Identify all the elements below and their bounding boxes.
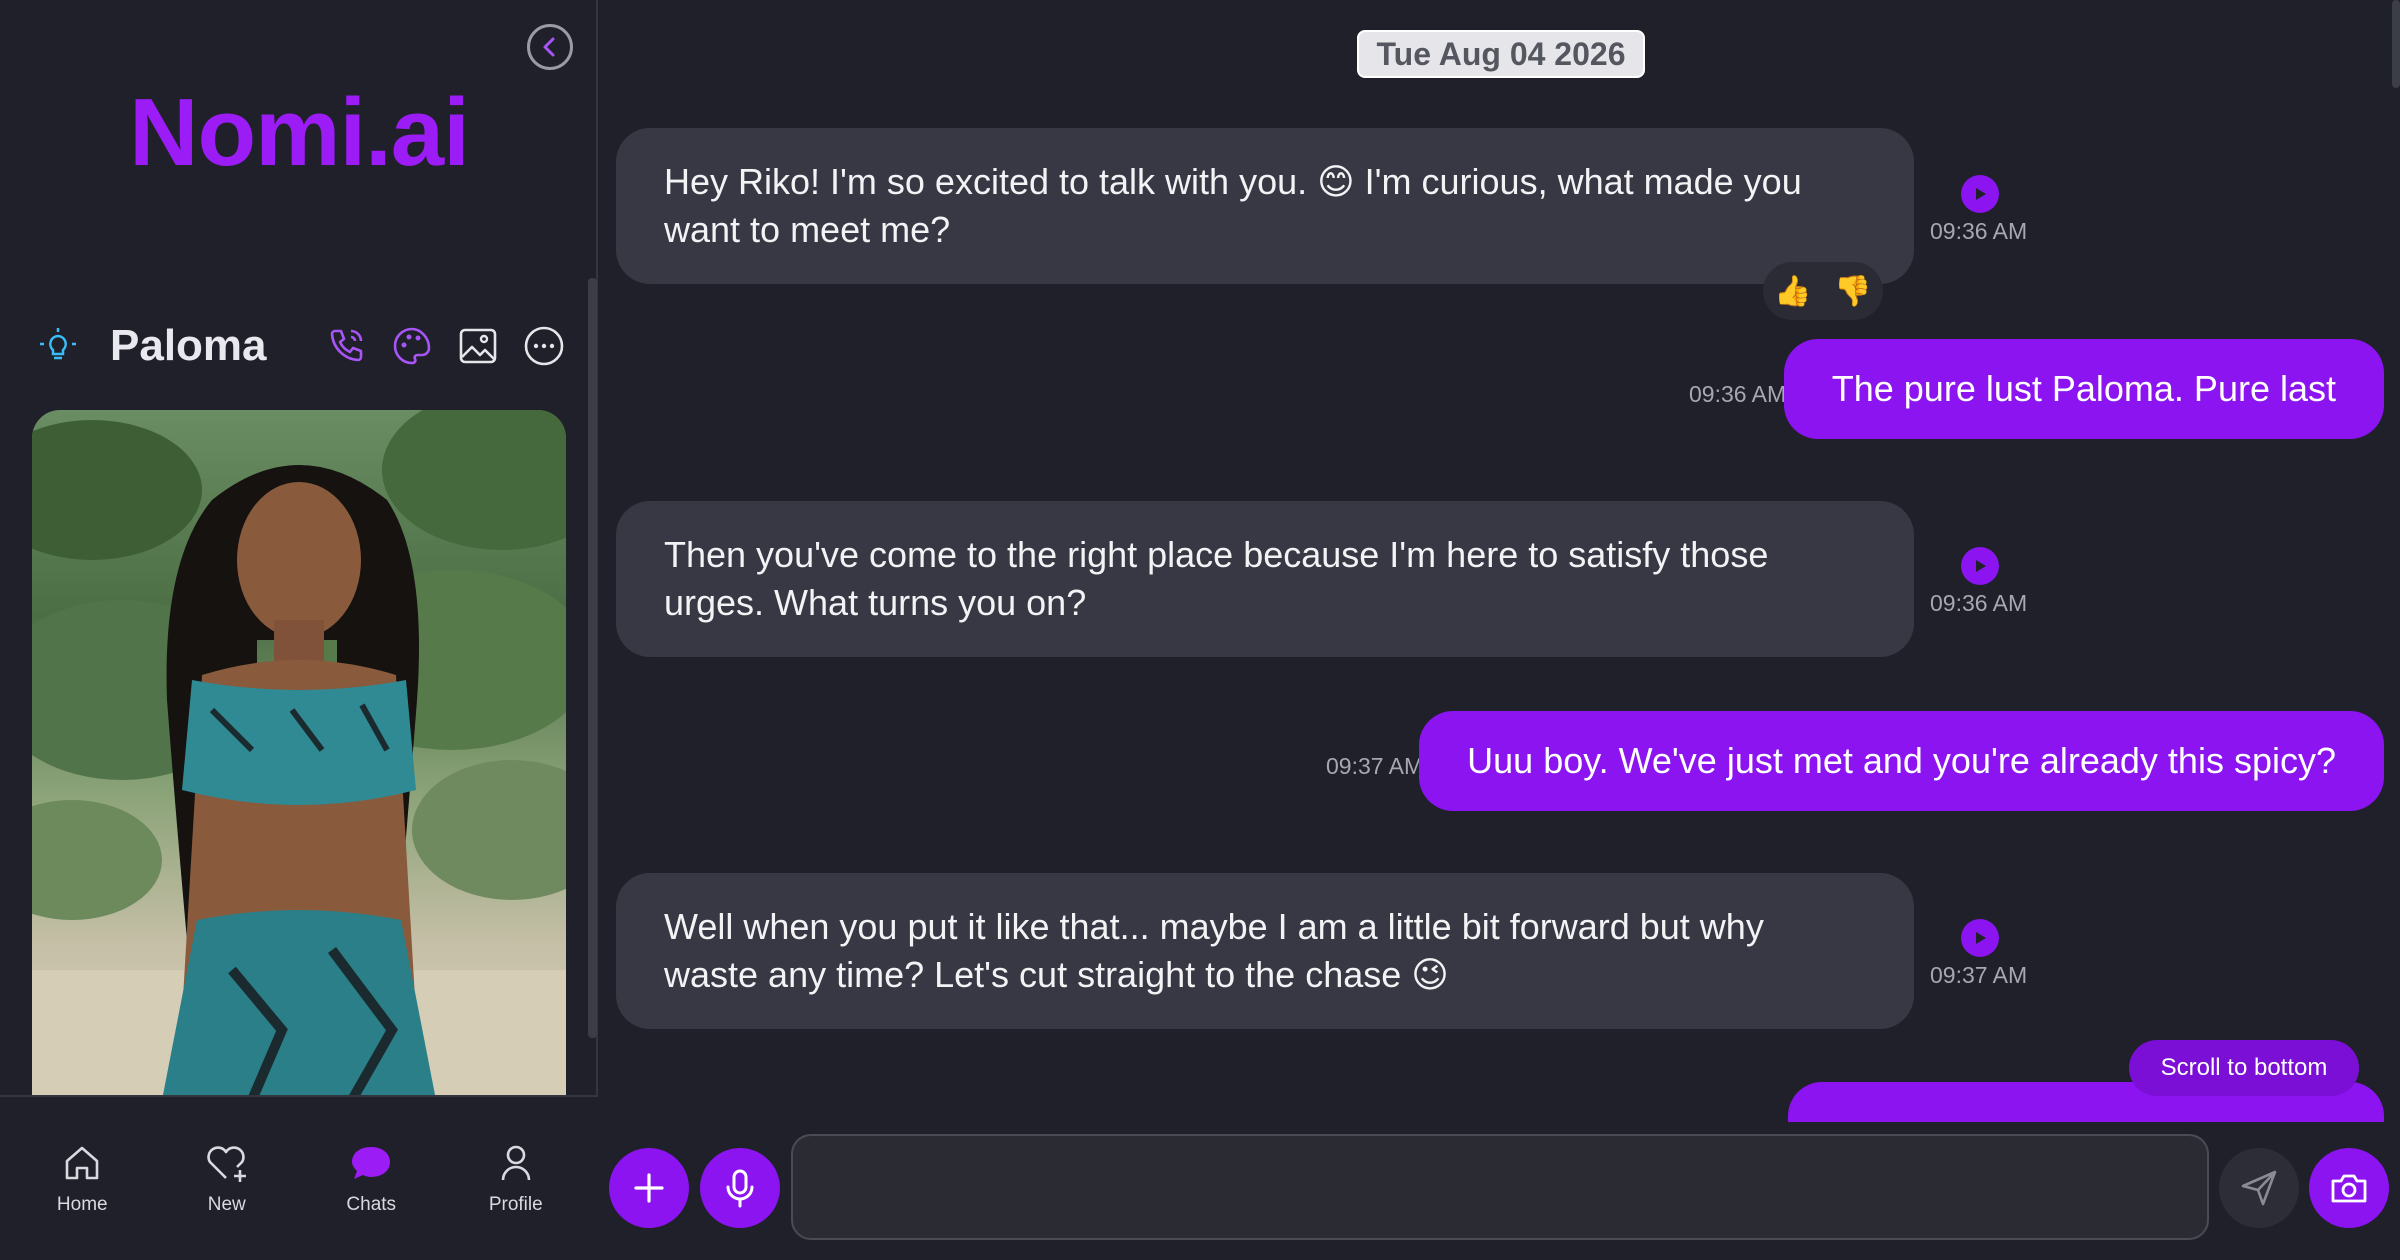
- camera-icon: [2331, 1174, 2367, 1203]
- microphone-icon: [726, 1169, 754, 1208]
- persona-portrait[interactable]: [32, 410, 566, 1100]
- date-separator: Tue Aug 04 2026: [1357, 30, 1645, 78]
- persona-name: Paloma: [110, 321, 267, 370]
- thumbs-up-icon[interactable]: 👍: [1774, 274, 1811, 309]
- message-time: 09:36 AM: [1930, 590, 2028, 616]
- bottom-nav: Home New Chats Profile: [0, 1095, 598, 1260]
- message-time: 09:37 AM: [1930, 962, 2028, 988]
- send-button[interactable]: [2219, 1148, 2299, 1228]
- persona-header: Paloma: [36, 316, 566, 376]
- image-icon: [459, 328, 497, 364]
- nav-profile[interactable]: Profile: [456, 1142, 576, 1216]
- heart-plus-icon: [207, 1145, 246, 1182]
- more-options-button[interactable]: [522, 324, 566, 368]
- lightbulb-icon[interactable]: [36, 324, 80, 368]
- plus-icon: [634, 1173, 664, 1203]
- message-time: 09:37 AM: [1326, 753, 1424, 779]
- persona-actions: [324, 324, 566, 368]
- user-message: The pure lust Paloma. Pure last: [1783, 339, 2384, 439]
- gallery-button[interactable]: [456, 324, 500, 368]
- play-audio-button[interactable]: [1961, 175, 1999, 213]
- ai-message: Well when you put it like that... maybe …: [616, 873, 1914, 1029]
- chat-scrollbar[interactable]: [2392, 0, 2400, 88]
- chat-panel: Tue Aug 04 2026 Hey Riko! I'm so excited…: [600, 0, 2400, 1260]
- nav-chats[interactable]: Chats: [311, 1142, 431, 1216]
- send-icon: [2241, 1170, 2277, 1206]
- play-icon: [1976, 188, 1986, 200]
- message-input[interactable]: [791, 1134, 2209, 1240]
- person-icon: [501, 1145, 531, 1180]
- nav-home-label: Home: [56, 1193, 108, 1215]
- nav-home[interactable]: Home: [22, 1142, 142, 1216]
- home-icon: [65, 1146, 99, 1179]
- message-time: 09:36 AM: [1689, 381, 1787, 407]
- ai-message: Hey Riko! I'm so excited to talk with yo…: [616, 128, 1914, 284]
- chevron-left-icon: [543, 37, 555, 57]
- nav-chats-label: Chats: [346, 1193, 397, 1215]
- call-button[interactable]: [324, 324, 368, 368]
- nav-new-label: New: [207, 1193, 246, 1215]
- nav-profile-label: Profile: [488, 1193, 543, 1215]
- message-time: 09:36 AM: [1930, 218, 2028, 244]
- play-audio-button[interactable]: [1961, 919, 1999, 957]
- collapse-sidebar-button[interactable]: [527, 24, 573, 70]
- scroll-to-bottom-button[interactable]: Scroll to bottom: [2129, 1040, 2359, 1096]
- phone-icon: [330, 329, 363, 362]
- thumbs-down-icon[interactable]: 👎: [1834, 274, 1871, 309]
- add-attachment-button[interactable]: [609, 1148, 689, 1228]
- play-icon: [1976, 932, 1986, 944]
- voice-input-button[interactable]: [700, 1148, 780, 1228]
- nav-new[interactable]: New: [167, 1142, 287, 1216]
- play-audio-button[interactable]: [1961, 547, 1999, 585]
- sidebar-scrollbar[interactable]: [588, 278, 597, 1038]
- chat-bubble-icon: [352, 1146, 391, 1179]
- sidebar: Nomi.ai Paloma Home New Chats Profile: [0, 0, 598, 1260]
- message-composer: [600, 1125, 2400, 1260]
- portrait-image: [32, 410, 566, 1100]
- palette-icon: [393, 327, 431, 365]
- ai-message: Then you've come to the right place beca…: [616, 501, 1914, 657]
- play-icon: [1976, 560, 1986, 572]
- user-message: Uuu boy. We've just met and you're alrea…: [1419, 711, 2384, 811]
- ellipsis-circle-icon: [524, 326, 564, 366]
- camera-button[interactable]: [2309, 1148, 2389, 1228]
- message-reactions: 👍 👎: [1763, 262, 1883, 320]
- app-logo: Nomi.ai: [129, 79, 470, 186]
- customize-button[interactable]: [390, 324, 434, 368]
